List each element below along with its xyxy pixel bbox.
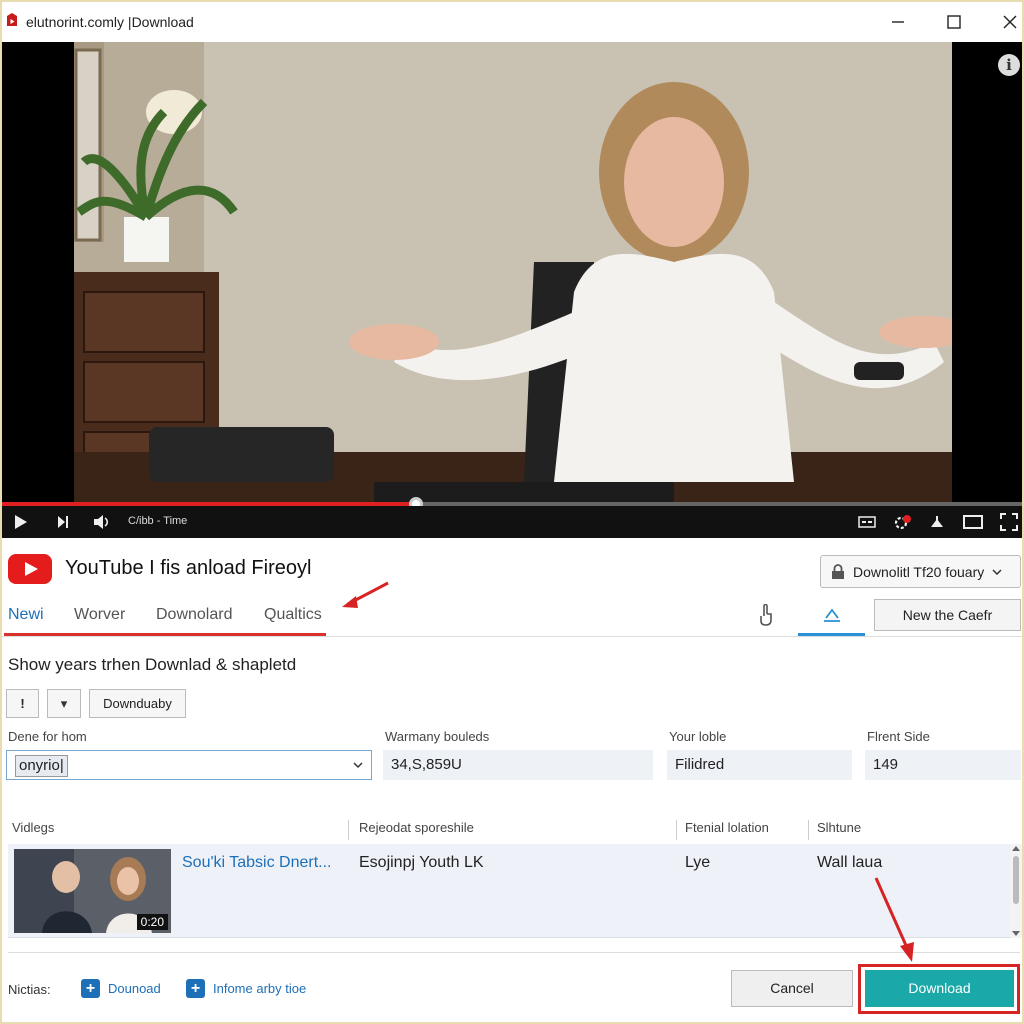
column-header[interactable]: Slhtune bbox=[817, 820, 861, 835]
close-button[interactable] bbox=[990, 6, 1024, 38]
share-button[interactable] bbox=[820, 603, 844, 627]
tab-new[interactable]: Newi bbox=[8, 606, 44, 624]
maximize-button[interactable] bbox=[934, 6, 974, 38]
app-window: elutnorint.comly |Download i C/ibb - Tim… bbox=[0, 0, 1024, 1024]
cancel-button[interactable]: Cancel bbox=[731, 970, 853, 1007]
column-header[interactable]: Vidlegs bbox=[12, 820, 54, 835]
video-player[interactable]: i C/ibb - Time bbox=[2, 42, 1022, 538]
settings-icon bbox=[894, 515, 911, 530]
download-link[interactable]: + Dounoad bbox=[81, 979, 161, 998]
location-cell: Lye bbox=[685, 854, 711, 871]
maximize-icon bbox=[947, 15, 961, 29]
download-option-button[interactable]: Downduaby bbox=[89, 689, 186, 718]
touch-button[interactable] bbox=[754, 603, 778, 627]
airplay-icon bbox=[931, 516, 943, 527]
download-button[interactable]: Download bbox=[865, 970, 1014, 1007]
plus-icon: + bbox=[186, 979, 205, 998]
footer-label: Nictias: bbox=[8, 982, 51, 997]
theater-icon bbox=[963, 515, 983, 529]
info-link[interactable]: + Infome arby tioe bbox=[186, 979, 306, 998]
tab-download[interactable]: Downolard bbox=[156, 606, 232, 624]
volume-icon bbox=[94, 515, 109, 529]
fullscreen-button[interactable] bbox=[998, 512, 1020, 532]
tab-bar: Newi Worver Downolard Qualtics New the C… bbox=[2, 597, 1022, 637]
footer-divider bbox=[8, 952, 1020, 953]
dropdown-toggle-button[interactable]: ▾ bbox=[47, 689, 81, 718]
format-select-value: onyrio| bbox=[15, 755, 68, 777]
scroll-thumb[interactable] bbox=[1013, 856, 1019, 904]
field-label: Warmany bouleds bbox=[385, 729, 490, 744]
subtitles-icon bbox=[858, 516, 876, 528]
video-title-link[interactable]: Sou'ki Tabsic Dnert... bbox=[182, 854, 332, 872]
warranty-field[interactable]: 34,S,859U bbox=[383, 750, 653, 780]
minimize-button[interactable] bbox=[878, 6, 918, 38]
scroll-up-icon[interactable] bbox=[1012, 846, 1020, 851]
video-frame bbox=[74, 42, 952, 502]
hand-pointer-icon bbox=[760, 604, 772, 626]
airplay-button[interactable] bbox=[928, 512, 946, 532]
field-label: Dene for hom bbox=[8, 729, 87, 744]
quality-dropdown-button[interactable]: Downolitl Tf20 fouary bbox=[820, 555, 1021, 588]
settings-button[interactable] bbox=[892, 512, 914, 532]
play-icon bbox=[15, 515, 27, 529]
youtube-logo-icon bbox=[8, 554, 52, 584]
app-logo-icon bbox=[7, 13, 17, 26]
alert-button[interactable]: ! bbox=[6, 689, 39, 718]
time-display: C/ibb - Time bbox=[128, 515, 188, 527]
send-icon bbox=[824, 608, 840, 622]
table-scrollbar[interactable] bbox=[1010, 844, 1022, 938]
column-header[interactable]: Rejeodat sporeshile bbox=[359, 820, 474, 835]
quality-label: Downolitl Tf20 fouary bbox=[853, 563, 985, 580]
volume-button[interactable] bbox=[92, 512, 112, 532]
active-tab-indicator bbox=[4, 633, 326, 636]
column-header[interactable]: Ftenial lolation bbox=[685, 820, 769, 835]
label-field[interactable]: Filidred bbox=[667, 750, 852, 780]
tab-qualities[interactable]: Qualtics bbox=[264, 606, 322, 624]
status-cell: Wall laua bbox=[817, 854, 883, 871]
field-label: Flrent Side bbox=[867, 729, 930, 744]
table-row[interactable]: 0:20 Sou'ki Tabsic Dnert... Esojinpj You… bbox=[8, 844, 1010, 938]
scroll-down-icon[interactable] bbox=[1012, 931, 1020, 936]
player-controls: C/ibb - Time bbox=[2, 506, 1022, 538]
close-icon bbox=[1003, 15, 1017, 29]
fullscreen-icon bbox=[1000, 513, 1018, 531]
brand-title: YouTube I fis anload Fireoyl bbox=[65, 557, 312, 579]
title-bar: elutnorint.comly |Download bbox=[2, 2, 1022, 42]
column-divider bbox=[676, 820, 677, 840]
download-link-label: Dounoad bbox=[108, 981, 161, 996]
section-heading: Show years trhen Downlad & shapletd bbox=[8, 655, 297, 674]
theater-button[interactable] bbox=[962, 512, 984, 532]
active-tool-indicator bbox=[798, 633, 865, 636]
info-icon[interactable]: i bbox=[998, 54, 1020, 76]
format-select[interactable]: onyrio| bbox=[6, 750, 372, 780]
window-title: elutnorint.comly |Download bbox=[26, 14, 194, 30]
play-button[interactable] bbox=[12, 512, 30, 532]
info-link-label: Infome arby tioe bbox=[213, 981, 307, 996]
duration-badge: 0:20 bbox=[136, 914, 168, 930]
chevron-down-icon bbox=[992, 568, 1002, 575]
plus-icon: + bbox=[81, 979, 100, 998]
column-divider bbox=[348, 820, 349, 840]
subtitles-button[interactable] bbox=[857, 512, 877, 532]
chevron-down-icon bbox=[353, 762, 363, 769]
lock-icon bbox=[832, 563, 844, 579]
new-button[interactable]: New the Caefr bbox=[874, 599, 1021, 631]
next-button[interactable] bbox=[54, 512, 72, 532]
column-divider bbox=[808, 820, 809, 840]
size-field[interactable]: 149 bbox=[865, 750, 1021, 780]
skip-next-icon bbox=[58, 516, 68, 528]
video-thumbnail[interactable]: 0:20 bbox=[14, 849, 171, 933]
field-label: Your loble bbox=[669, 729, 727, 744]
minimize-icon bbox=[892, 21, 904, 23]
description-cell: Esojinpj Youth LK bbox=[359, 854, 484, 871]
tab-worver[interactable]: Worver bbox=[74, 606, 125, 624]
